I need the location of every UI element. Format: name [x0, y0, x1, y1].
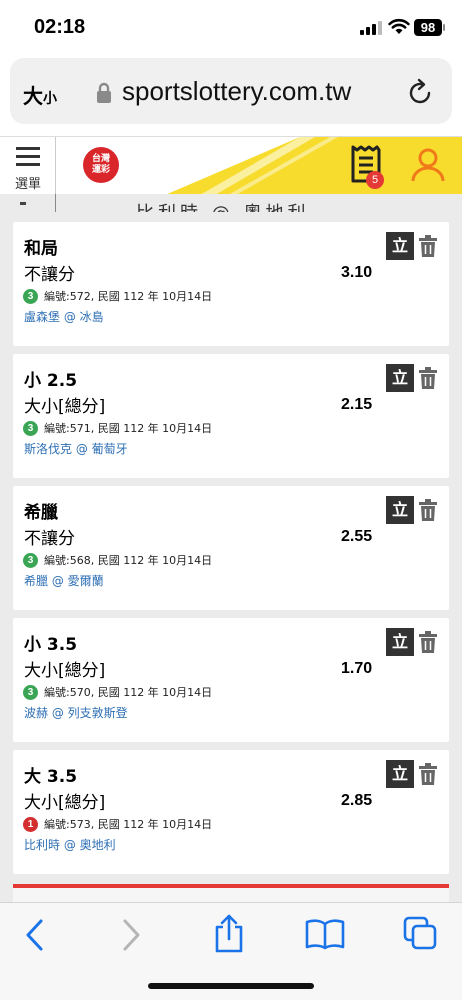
bet-info-row: 3 編號:571, 民國 112 年 10月14日 [23, 420, 212, 436]
bet-card[interactable]: 小 3.5 大小[總分] 1.70 3 編號:570, 民國 112 年 10月… [13, 618, 449, 742]
selection-name: 小 2.5 [24, 371, 78, 391]
collapse-marker [20, 202, 26, 205]
sport-code-badge: 3 [23, 420, 38, 436]
bet-card[interactable]: 和局 不讓分 3.10 3 編號:572, 民國 112 年 10月14日 盧森… [13, 222, 449, 346]
single-bet-button[interactable]: 立 [386, 628, 414, 656]
bet-info: 編號:573, 民國 112 年 10月14日 [44, 818, 213, 831]
content-fade [13, 888, 449, 902]
bet-info: 編號:572, 民國 112 年 10月14日 [44, 290, 213, 303]
sport-code-badge: 3 [23, 288, 38, 304]
bet-info-row: 1 編號:573, 民國 112 年 10月14日 [23, 816, 212, 832]
single-bet-button[interactable]: 立 [386, 496, 414, 524]
bet-info-row: 3 編號:570, 民國 112 年 10月14日 [23, 684, 212, 700]
bet-type: 不讓分 [24, 265, 75, 285]
logo-text-line2: 運彩 [91, 165, 110, 175]
odds-value: 1.70 [341, 660, 373, 677]
odds-value: 3.10 [341, 264, 373, 281]
wifi-icon [388, 18, 410, 34]
reload-icon[interactable] [408, 78, 434, 106]
bet-type: 大小[總分] [24, 661, 106, 681]
trash-icon[interactable] [418, 234, 438, 258]
bet-type: 大小[總分] [24, 793, 106, 813]
match-link[interactable]: 希臘 @ 愛爾蘭 [24, 572, 104, 589]
betslip-count-badge: 5 [366, 171, 384, 189]
single-bet-button[interactable]: 立 [386, 364, 414, 392]
bet-info-row: 3 編號:568, 民國 112 年 10月14日 [23, 552, 212, 568]
selection-name: 大 3.5 [24, 767, 78, 787]
url-text[interactable]: sportslottery.com.tw [122, 76, 351, 107]
text-size-small: 小 [43, 91, 57, 107]
trash-icon[interactable] [418, 762, 438, 786]
share-icon[interactable] [212, 913, 246, 955]
status-time: 02:18 [34, 16, 86, 38]
scrolled-match-header: 比利時 @ 奧地利 [0, 194, 462, 212]
match-link[interactable]: 比利時 @ 奧地利 [24, 836, 116, 853]
header-yellow-band [167, 137, 462, 194]
bookmarks-icon[interactable] [304, 917, 346, 951]
divider [55, 194, 56, 212]
browser-address-area: 大小 sportslottery.com.tw [0, 50, 462, 136]
back-icon[interactable] [22, 917, 48, 953]
user-account-icon[interactable] [410, 147, 446, 183]
forward-icon[interactable] [118, 917, 144, 953]
sport-code-badge: 1 [23, 816, 38, 832]
address-bar[interactable]: 大小 sportslottery.com.tw [10, 58, 452, 124]
bet-type: 不讓分 [24, 529, 75, 549]
home-indicator[interactable] [148, 983, 314, 989]
odds-value: 2.55 [341, 528, 373, 545]
sport-code-badge: 3 [23, 684, 38, 700]
selection-name: 希臘 [24, 503, 58, 523]
trash-icon[interactable] [418, 630, 438, 654]
bet-card[interactable]: 大 3.5 大小[總分] 2.85 1 編號:573, 民國 112 年 10月… [13, 750, 449, 874]
bet-info: 編號:570, 民國 112 年 10月14日 [44, 686, 213, 699]
text-size-big: 大 [23, 84, 43, 108]
bet-type: 大小[總分] [24, 397, 106, 417]
menu-label: 選單 [14, 177, 41, 192]
tabs-icon[interactable] [402, 915, 440, 953]
lock-icon [97, 82, 111, 103]
bet-card[interactable]: 小 2.5 大小[總分] 2.15 3 編號:571, 民國 112 年 10月… [13, 354, 449, 478]
bet-info: 編號:571, 民國 112 年 10月14日 [44, 422, 213, 435]
bet-info-row: 3 編號:572, 民國 112 年 10月14日 [23, 288, 212, 304]
bet-card[interactable]: 希臘 不讓分 2.55 3 編號:568, 民國 112 年 10月14日 希臘… [13, 486, 449, 610]
site-header: 選單 台灣 運彩 5 [0, 136, 462, 194]
trash-icon[interactable] [418, 366, 438, 390]
trash-icon[interactable] [418, 498, 438, 522]
match-link[interactable]: 斯洛伐克 @ 葡萄牙 [24, 440, 128, 457]
selection-name: 和局 [24, 239, 58, 259]
match-link[interactable]: 盧森堡 @ 冰島 [24, 308, 104, 325]
sport-code-badge: 3 [23, 552, 38, 568]
hamburger-icon [16, 147, 40, 171]
battery-icon: 98 [414, 19, 445, 36]
bet-info: 編號:568, 民國 112 年 10月14日 [44, 554, 213, 567]
odds-value: 2.15 [341, 396, 373, 413]
scrolled-header-text: 比利時 @ 奧地利 [136, 199, 309, 212]
status-bar: 02:18 98 [0, 0, 462, 50]
logo-text-line1: 台灣 [91, 154, 110, 164]
sports-lottery-logo[interactable]: 台灣 運彩 [83, 147, 119, 183]
menu-button[interactable]: 選單 [0, 137, 56, 194]
selection-name: 小 3.5 [24, 635, 78, 655]
cellular-signal-icon [360, 21, 382, 35]
single-bet-button[interactable]: 立 [386, 760, 414, 788]
odds-value: 2.85 [341, 792, 373, 809]
text-size-button[interactable]: 大小 [23, 80, 57, 109]
single-bet-button[interactable]: 立 [386, 232, 414, 260]
match-link[interactable]: 波赫 @ 列支敦斯登 [24, 704, 128, 721]
